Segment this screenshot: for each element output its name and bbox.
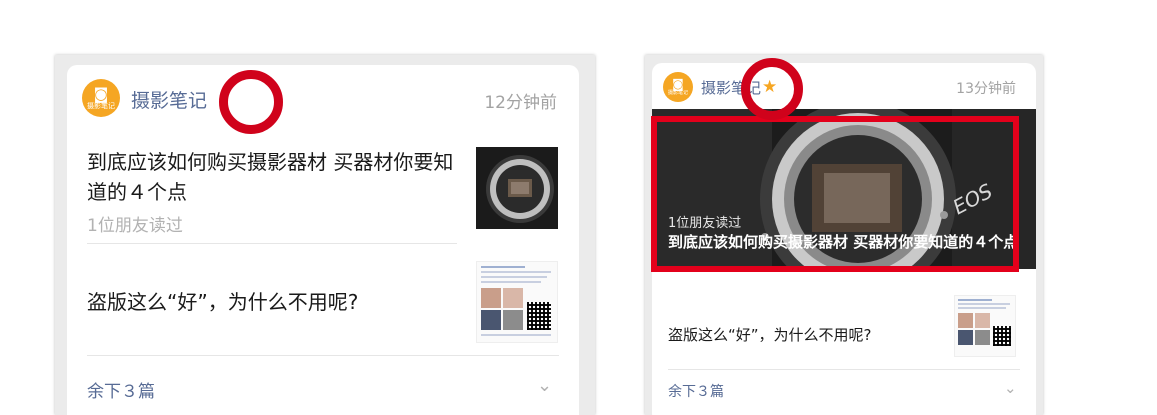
article-title[interactable]: 盗版这么“好”，为什么不用呢? xyxy=(87,286,358,315)
article-thumbnail-camera[interactable] xyxy=(476,147,558,229)
highlight-box-annotation xyxy=(651,116,1019,272)
left-screenshot-panel: ◙ 摄影笔记 摄影笔记 12分钟前 到底应该如何购买摄影器材 买器材你要知道的４… xyxy=(55,55,595,415)
account-name[interactable]: 摄影笔记 xyxy=(131,86,207,113)
camera-icon: ◙ xyxy=(93,84,109,103)
account-avatar[interactable]: ◙ 摄影笔记 xyxy=(82,79,120,117)
logo-text: 摄影笔记 xyxy=(87,101,115,110)
remaining-articles-label[interactable]: 余下３篇 xyxy=(87,377,155,402)
friends-read-meta: 1位朋友读过 xyxy=(87,216,183,236)
chevron-down-icon[interactable]: ⌄ xyxy=(1004,379,1017,397)
article-thumbnail-document[interactable] xyxy=(954,295,1016,357)
subscription-card[interactable]: ◙ 摄影笔记 摄影笔记 12分钟前 到底应该如何购买摄影器材 买器材你要知道的４… xyxy=(67,65,579,415)
divider xyxy=(87,243,457,244)
chevron-down-icon[interactable]: ⌄ xyxy=(537,375,552,396)
account-avatar[interactable]: ◙ 摄影笔记 xyxy=(663,72,693,102)
divider xyxy=(668,369,1020,370)
divider xyxy=(87,355,559,356)
camera-icon: ◙ xyxy=(672,77,684,91)
article-thumbnail-document[interactable] xyxy=(476,261,558,343)
highlight-ring-annotation xyxy=(219,70,283,134)
publish-time: 12分钟前 xyxy=(484,93,557,113)
right-screenshot-panel: ◙ 摄影笔记 摄影笔记 13分钟前 EOS 1位朋友读过 到底应该如何购买摄影器… xyxy=(645,55,1043,415)
article-title[interactable]: 到底应该如何购买摄影器材 买器材你要知道的４个点 xyxy=(87,147,457,207)
remaining-articles-label[interactable]: 余下３篇 xyxy=(668,381,724,401)
star-icon: ★ xyxy=(762,77,778,97)
article-title[interactable]: 盗版这么“好”，为什么不用呢? xyxy=(668,324,872,345)
publish-time: 13分钟前 xyxy=(956,81,1016,97)
logo-text: 摄影笔记 xyxy=(667,90,688,96)
